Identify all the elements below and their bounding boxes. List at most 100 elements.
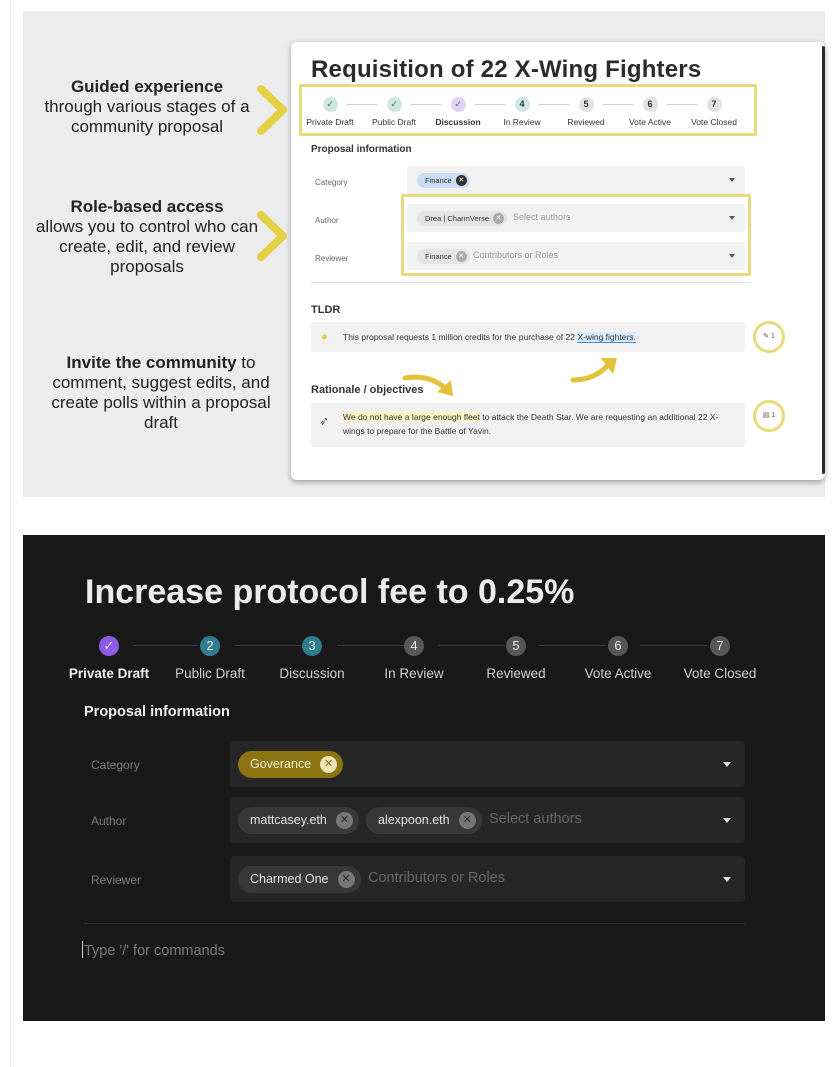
proposal-info-heading: Proposal information	[84, 704, 230, 720]
step-vote-active[interactable]: 6 Vote Active	[568, 636, 668, 681]
chevron-right-icon	[257, 85, 287, 135]
remove-icon[interactable]: ✕	[335, 812, 353, 829]
tldr-text: This proposal requests 1 million credits…	[343, 332, 636, 343]
reviewer-label: Reviewer	[315, 254, 349, 263]
editor-input[interactable]: Type '/' for commands	[82, 941, 225, 959]
reviewer-placeholder: Contributors or Roles	[368, 870, 505, 886]
remove-icon[interactable]: ✕	[455, 175, 467, 186]
feature-title: Role-based access	[70, 197, 224, 216]
step-discussion[interactable]: ✓ Discussion	[423, 97, 493, 127]
category-select[interactable]: Finance ✕	[407, 166, 745, 194]
feature-showcase-panel: Guided experience through various stages…	[23, 11, 825, 497]
feature-guided-experience: Guided experience through various stages…	[23, 77, 271, 137]
author-chip[interactable]: alexpoon.eth ✕	[366, 807, 482, 834]
category-select[interactable]: Goverance ✕	[230, 741, 745, 787]
proposal-stepper: ✓ Private Draft ✓ Public Draft ✓ Discuss…	[299, 84, 757, 136]
arrow-up-right-icon	[570, 358, 617, 383]
proposal-info-heading: Proposal information	[311, 144, 412, 155]
feature-description: allows you to control who can create, ed…	[35, 217, 259, 276]
check-icon: ✓	[99, 636, 119, 656]
check-icon: ✓	[322, 97, 338, 112]
step-vote-active[interactable]: 6 Vote Active	[615, 97, 685, 127]
category-label: Category	[91, 758, 140, 772]
comment-icon: ▤	[762, 412, 770, 419]
category-chip[interactable]: Finance ✕	[417, 173, 470, 188]
step-vote-closed[interactable]: 7 Vote Closed	[679, 97, 749, 127]
step-label: Discussion	[435, 117, 481, 127]
author-select[interactable]: mattcasey.eth ✕ alexpoon.eth ✕ Select au…	[230, 797, 745, 843]
suggestion-count-button[interactable]: ✎ 1	[753, 321, 785, 353]
author-label: Author	[315, 216, 339, 225]
text-cursor	[82, 941, 83, 958]
step-label: Private Draft	[306, 117, 354, 127]
step-label: In Review	[384, 666, 444, 681]
arrow-down-right-icon	[402, 374, 453, 396]
reviewer-label: Reviewer	[91, 873, 142, 887]
author-label: Author	[91, 814, 127, 828]
step-label: Vote Closed	[691, 117, 737, 127]
author-placeholder: Select authors	[489, 811, 582, 827]
feature-title: Guided experience	[70, 77, 224, 96]
step-label: In Review	[503, 117, 541, 127]
scrollbar[interactable]	[822, 46, 825, 474]
step-number: 6	[608, 636, 628, 656]
remove-icon[interactable]: ✕	[320, 756, 338, 773]
step-discussion[interactable]: 3 Discussion	[262, 636, 362, 681]
comment-count: 1	[771, 412, 776, 419]
category-chip[interactable]: Goverance ✕	[238, 751, 344, 778]
chip-label: Charmed One	[250, 872, 329, 886]
step-label: Public Draft	[372, 117, 416, 127]
step-public-draft[interactable]: 2 Public Draft	[160, 636, 260, 681]
remove-icon[interactable]: ✕	[337, 871, 355, 888]
step-number: 4	[404, 636, 424, 656]
step-number: 5	[506, 636, 526, 656]
chip-label: mattcasey.eth	[250, 813, 327, 827]
chevron-down-icon[interactable]	[729, 178, 735, 182]
step-label: Reviewed	[567, 117, 605, 127]
proposal-title: Increase protocol fee to 0.25%	[85, 573, 575, 611]
tldr-callout[interactable]: ● This proposal requests 1 million credi…	[311, 322, 745, 352]
comment-count-button[interactable]: ▤ 1	[753, 400, 785, 432]
step-label: Private Draft	[68, 666, 150, 681]
feature-description: through various stages of a community pr…	[44, 97, 250, 136]
step-in-review[interactable]: 4 In Review	[364, 636, 464, 681]
chevron-right-icon	[257, 211, 287, 261]
step-label: Vote Active	[584, 666, 652, 681]
step-label: Reviewed	[486, 666, 546, 681]
feature-title: Invite the community	[66, 353, 237, 372]
chevron-down-icon[interactable]	[723, 818, 731, 823]
rocket-icon: ➶	[319, 414, 330, 428]
tldr-body: This proposal requests 1 million credits…	[343, 332, 578, 342]
step-reviewed[interactable]: 5 Reviewed	[551, 97, 621, 127]
role-highlight-box	[401, 194, 751, 276]
step-number: 5	[578, 97, 594, 112]
step-number: 6	[642, 97, 658, 112]
step-vote-closed[interactable]: 7 Vote Closed	[670, 636, 770, 681]
check-icon: ✓	[386, 97, 402, 112]
proposal-card-light: Requisition of 22 X-Wing Fighters ✓ Priv…	[291, 42, 825, 480]
rationale-text: We do not have a large enough fleet to a…	[343, 410, 733, 438]
lightbulb-icon: ●	[321, 331, 328, 343]
divider	[311, 282, 751, 283]
proposal-card-dark: Increase protocol fee to 0.25% ✓ Private…	[23, 535, 825, 1021]
author-chip[interactable]: mattcasey.eth ✕	[238, 807, 359, 834]
tldr-heading: TLDR	[311, 304, 341, 316]
reviewer-select[interactable]: Charmed One ✕ Contributors or Roles	[230, 856, 745, 902]
step-private-draft[interactable]: ✓ Private Draft	[295, 97, 365, 127]
step-reviewed[interactable]: 5 Reviewed	[466, 636, 566, 681]
step-number: 2	[200, 636, 220, 656]
step-label: Vote Active	[628, 117, 672, 127]
chevron-down-icon[interactable]	[723, 877, 731, 882]
rationale-callout[interactable]: ➶ We do not have a large enough fleet to…	[311, 403, 745, 447]
step-public-draft[interactable]: ✓ Public Draft	[359, 97, 429, 127]
step-private-draft[interactable]: ✓ Private Draft	[59, 636, 159, 681]
rationale-highlight[interactable]: We do not have a large enough fleet	[343, 412, 480, 422]
step-in-review[interactable]: 4 In Review	[487, 97, 557, 127]
step-label: Public Draft	[175, 666, 245, 681]
reviewer-chip[interactable]: Charmed One ✕	[238, 866, 361, 893]
tldr-highlight[interactable]: X-wing fighters.	[577, 332, 636, 343]
chip-label: Finance	[425, 176, 452, 185]
feature-role-based-access: Role-based access allows you to control …	[23, 197, 271, 277]
chevron-down-icon[interactable]	[723, 762, 731, 767]
remove-icon[interactable]: ✕	[458, 812, 476, 829]
